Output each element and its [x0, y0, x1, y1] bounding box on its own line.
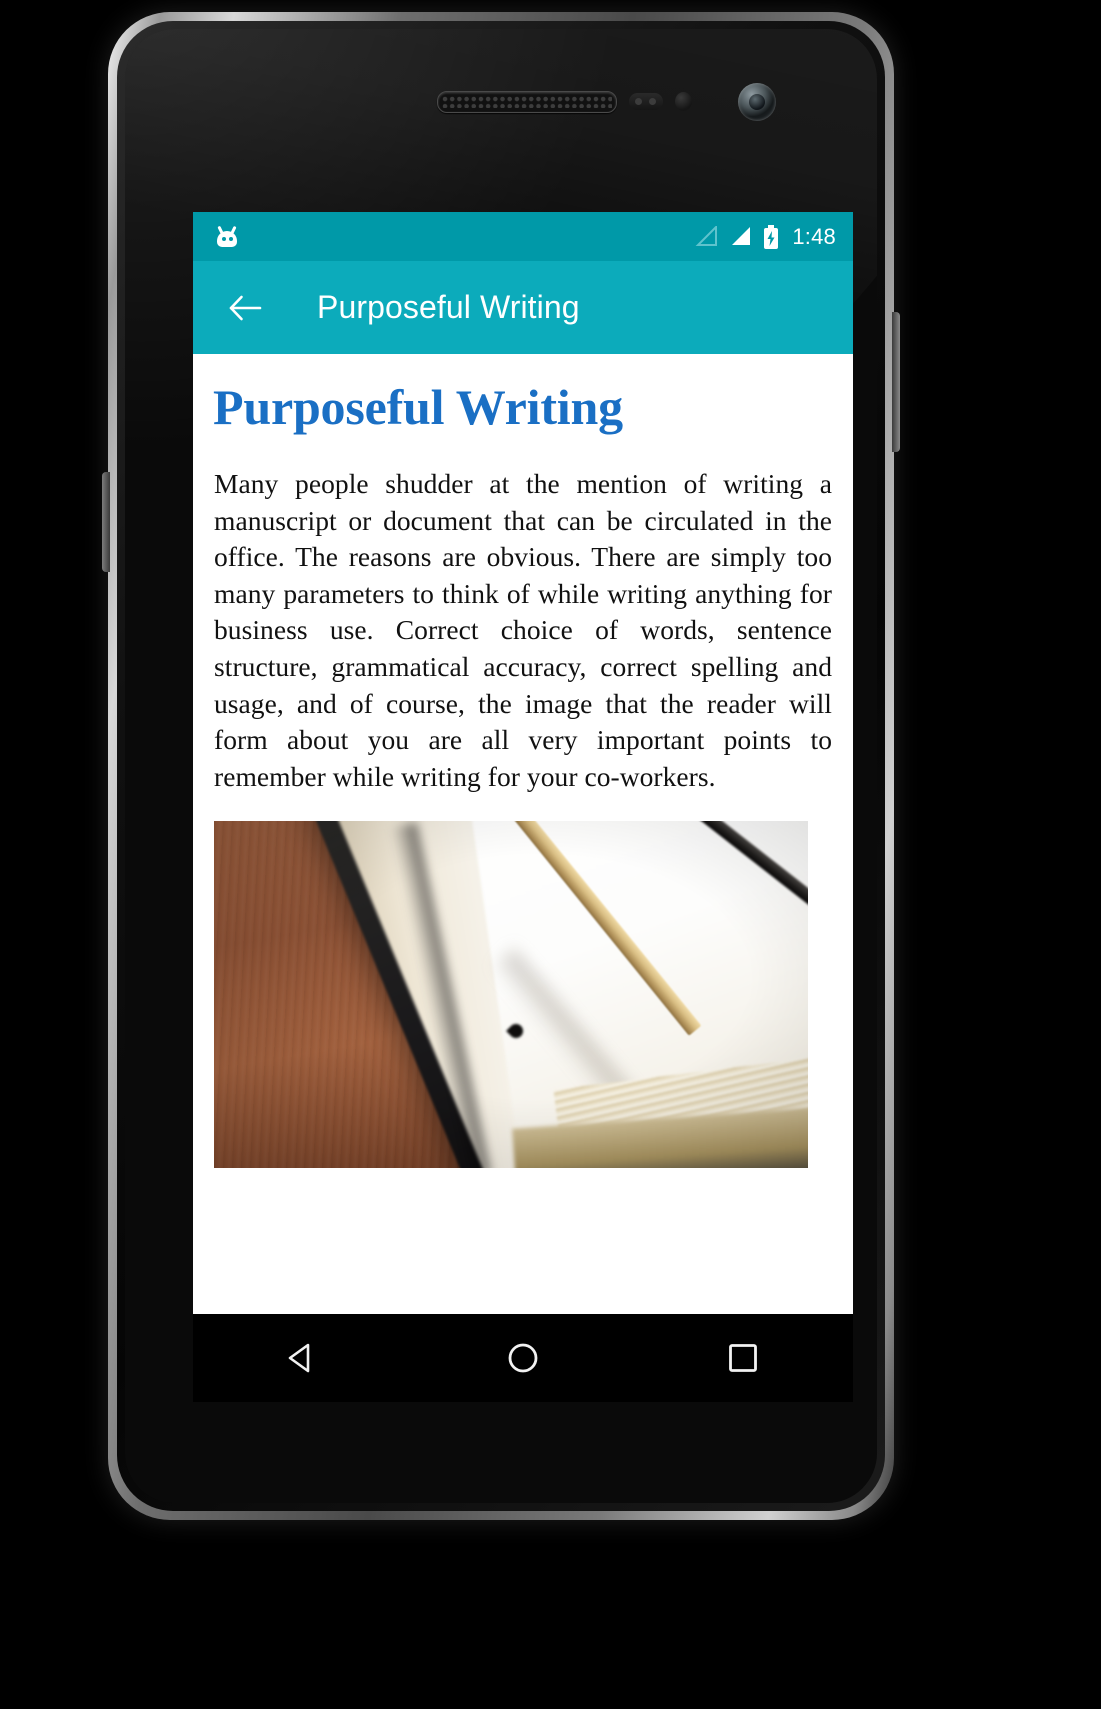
status-bar-left — [215, 225, 239, 247]
nav-back-button[interactable] — [260, 1326, 346, 1390]
device-glass-face: 1:48 Purposeful Writing Purposeful Writi… — [125, 29, 877, 1503]
action-bar: Purposeful Writing — [193, 261, 853, 354]
android-head-icon — [215, 225, 239, 247]
back-button[interactable] — [221, 284, 269, 332]
open-notebook-with-pencil-photo — [214, 821, 808, 1169]
device-chin — [125, 1402, 877, 1492]
signal-no-service-icon — [695, 226, 719, 247]
power-button[interactable] — [892, 312, 900, 452]
article-paragraph: Many people shudder at the mention of wr… — [214, 468, 832, 792]
proximity-sensor-icon — [629, 93, 663, 110]
volume-button[interactable] — [102, 472, 110, 572]
battery-charging-icon — [763, 224, 779, 249]
status-bar-right: 1:48 — [695, 224, 836, 250]
action-bar-title: Purposeful Writing — [317, 289, 580, 325]
triangle-back-icon — [288, 1343, 310, 1373]
nav-home-button[interactable] — [480, 1326, 566, 1390]
status-bar: 1:48 — [193, 212, 853, 261]
front-camera-icon — [738, 83, 776, 121]
page-title: Purposeful Writing — [213, 379, 623, 435]
light-sensor-icon — [675, 92, 692, 111]
status-bar-clock: 1:48 — [792, 223, 836, 249]
nav-recents-button[interactable] — [700, 1326, 786, 1390]
circle-home-icon — [508, 1343, 538, 1373]
square-recents-icon — [729, 1344, 757, 1372]
article-content[interactable]: Purposeful Writing Many people shudder a… — [193, 354, 853, 1314]
phone-device-frame: 1:48 Purposeful Writing Purposeful Writi… — [102, 12, 900, 1520]
system-navigation-bar — [193, 1314, 853, 1402]
earpiece-speaker-icon — [437, 91, 617, 113]
phone-screen: 1:48 Purposeful Writing Purposeful Writi… — [193, 212, 853, 1314]
photo-vignette — [214, 821, 808, 1169]
arrow-back-icon — [229, 295, 262, 320]
signal-full-icon — [729, 226, 753, 247]
